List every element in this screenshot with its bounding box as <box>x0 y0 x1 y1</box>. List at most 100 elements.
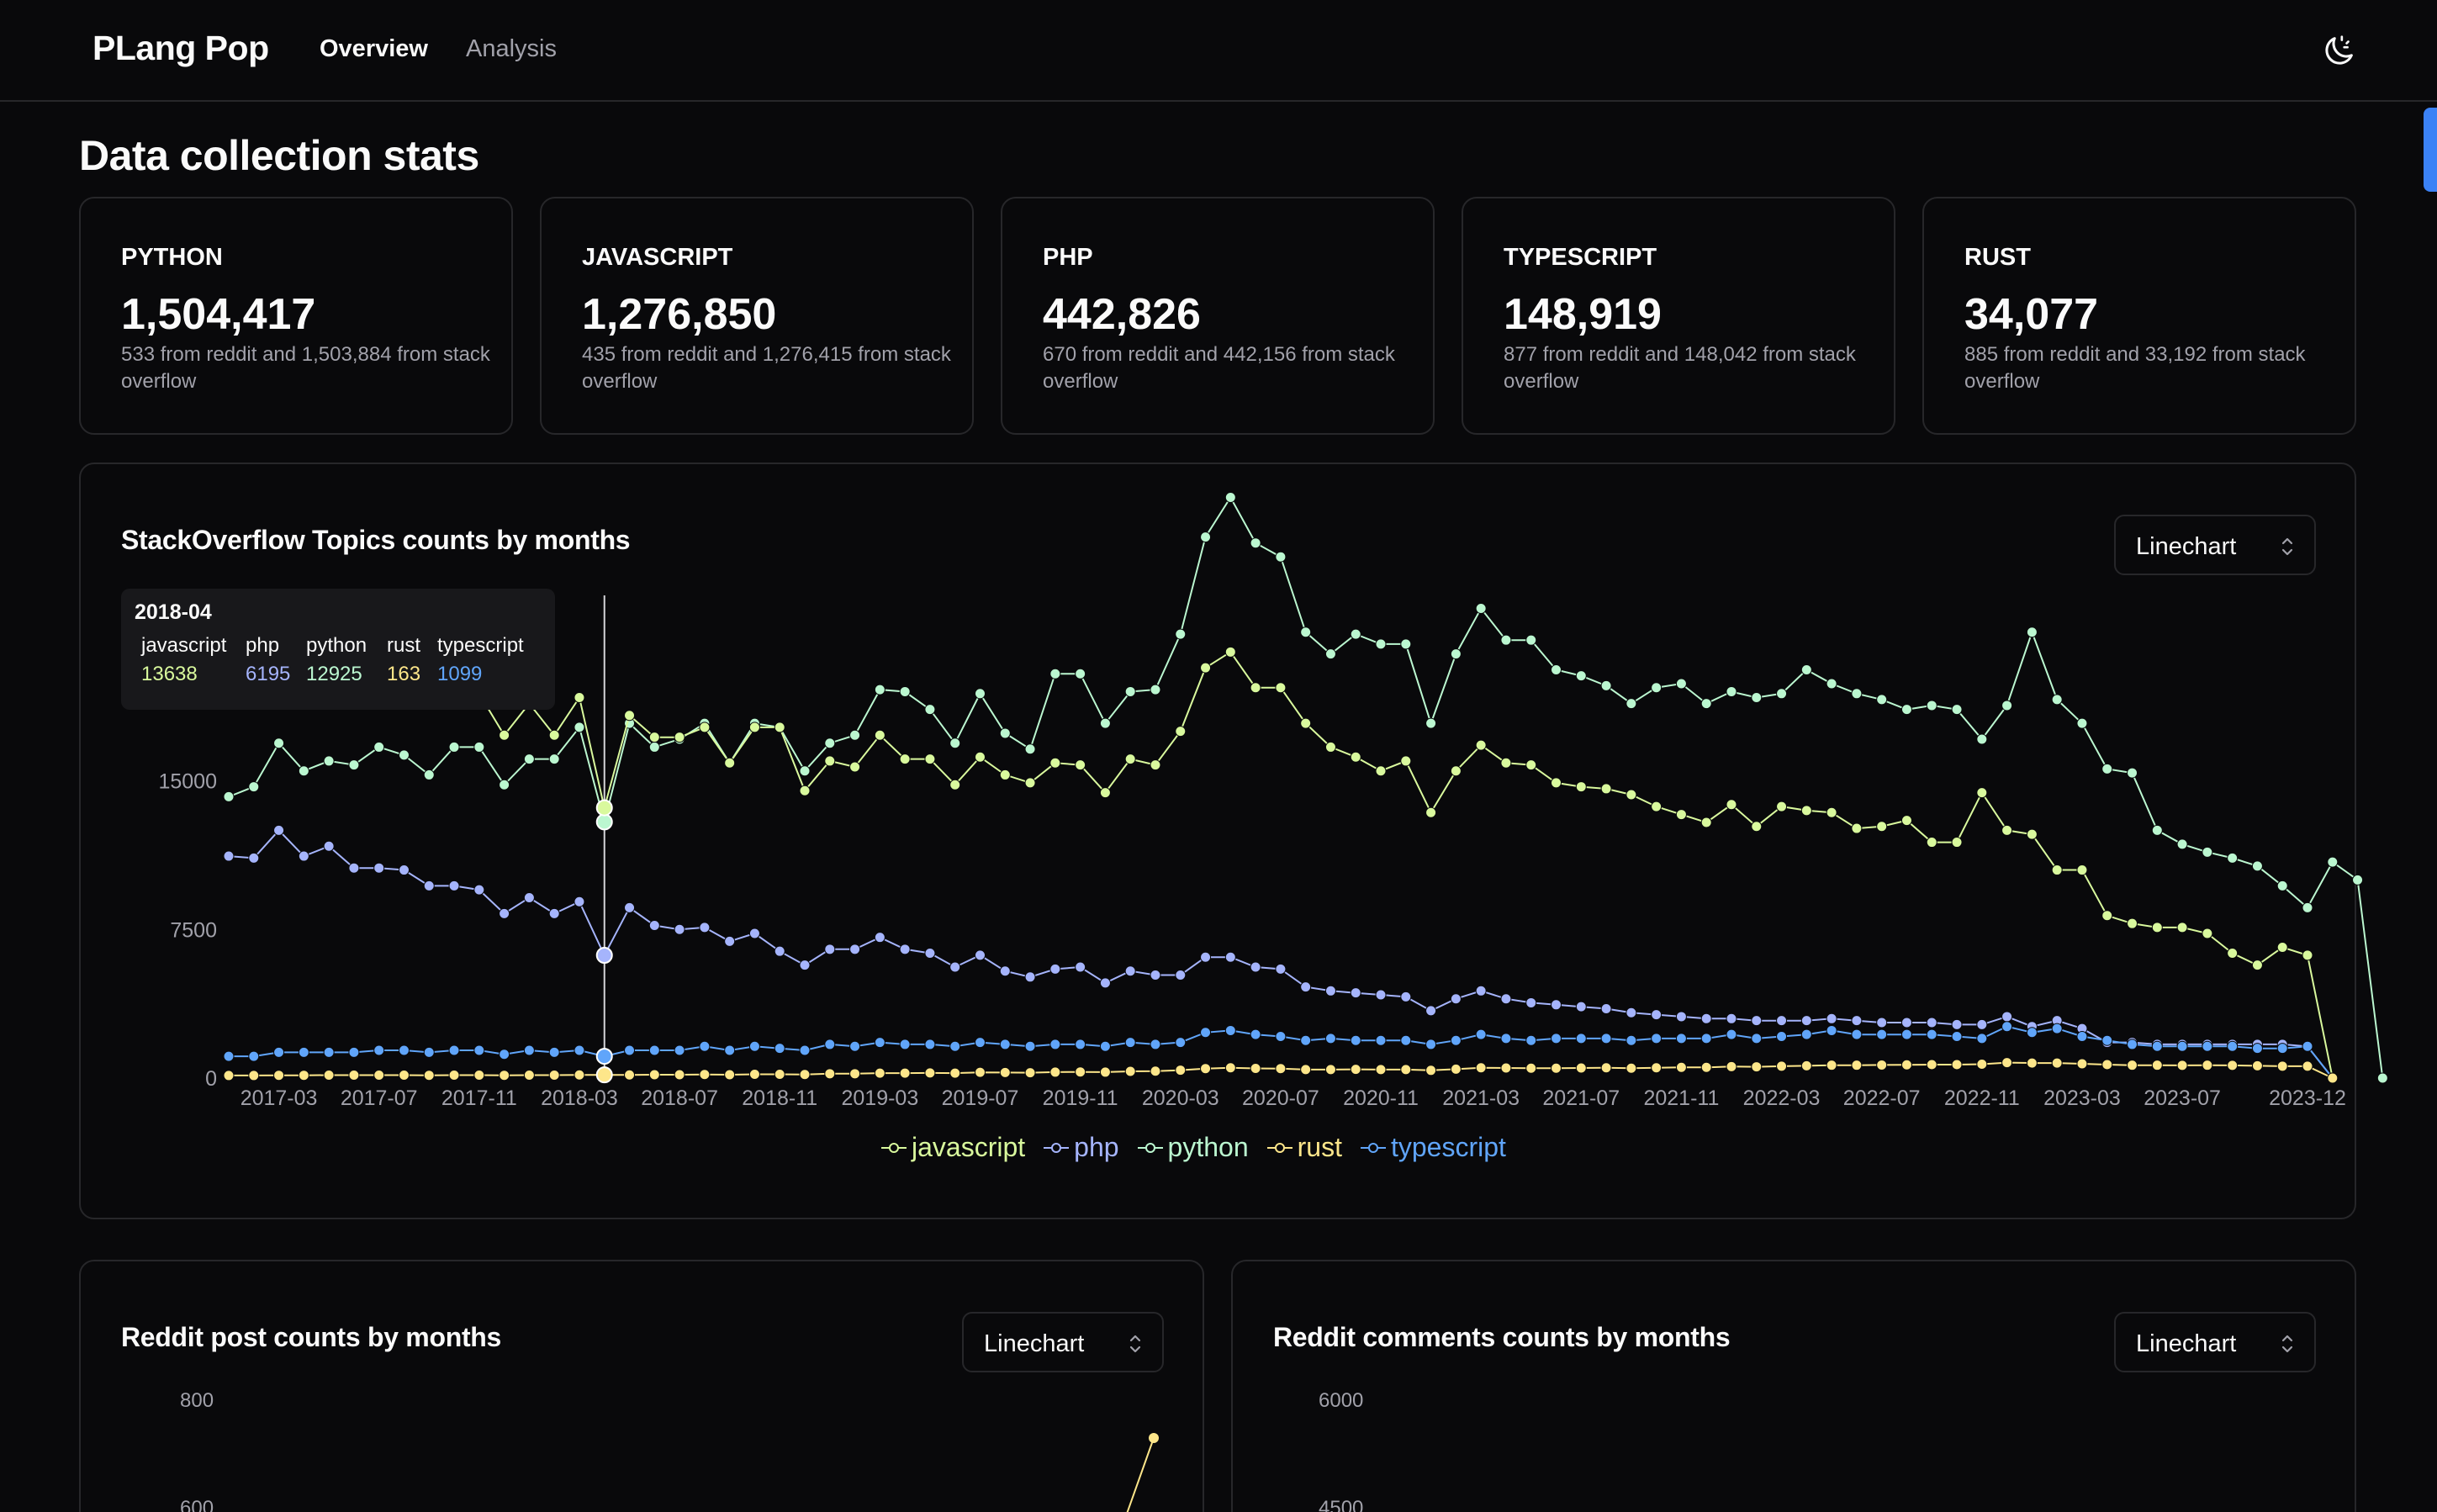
x-tick-label: 2022-11 <box>1944 1086 2020 1110</box>
data-point-php <box>1700 1012 1712 1024</box>
data-point-python <box>2101 763 2113 775</box>
data-point-javascript <box>624 710 636 722</box>
data-point-python <box>499 779 510 790</box>
data-point-python <box>2051 694 2063 706</box>
data-point-typescript <box>1700 1033 1712 1044</box>
data-point-python <box>2302 901 2313 913</box>
data-point-php <box>999 965 1011 977</box>
data-point-typescript <box>1024 1040 1036 1052</box>
data-point-rust <box>2101 1059 2113 1071</box>
data-point-rust <box>799 1069 811 1081</box>
data-point-rust <box>849 1068 861 1080</box>
x-tick-label: 2020-11 <box>1343 1086 1419 1110</box>
legend-item-python[interactable]: python <box>1137 1132 1249 1163</box>
line-dot-icon <box>881 1142 907 1153</box>
data-point-python <box>373 741 385 753</box>
data-point-php <box>874 932 885 944</box>
data-point-rust <box>499 1070 510 1081</box>
data-point-php <box>323 840 335 852</box>
data-point-javascript <box>1350 751 1361 763</box>
data-point-php <box>1175 969 1187 981</box>
data-point-python <box>1600 679 1612 691</box>
data-point-javascript <box>774 722 785 733</box>
data-point-javascript <box>1500 757 1512 769</box>
legend-item-php[interactable]: php <box>1044 1132 1119 1163</box>
data-point-rust <box>999 1066 1011 1078</box>
data-point-rust <box>1826 1060 1837 1071</box>
data-point-php <box>1099 977 1111 989</box>
data-point-php <box>1976 1018 1988 1030</box>
data-point-php <box>1375 989 1387 1001</box>
data-point-typescript <box>1150 1039 1161 1050</box>
data-point-php <box>1951 1018 1963 1030</box>
data-point-typescript <box>2026 1027 2038 1039</box>
data-point-php <box>724 935 736 947</box>
data-point-python <box>1651 682 1663 694</box>
x-tick-label: 2023-03 <box>2043 1086 2121 1110</box>
data-point-typescript <box>724 1044 736 1056</box>
data-point-rust <box>1651 1062 1663 1074</box>
data-point-javascript <box>1400 755 1412 767</box>
data-point-rust <box>1726 1060 1737 1072</box>
data-point-typescript <box>874 1037 885 1049</box>
data-point-php <box>799 960 811 971</box>
data-point-typescript <box>1075 1039 1086 1050</box>
data-point-php <box>1400 991 1412 1002</box>
data-point-javascript <box>2302 949 2313 961</box>
data-point-rust <box>1551 1062 1562 1074</box>
line-dot-icon <box>1137 1142 1163 1153</box>
data-point-php <box>298 850 309 862</box>
data-point-typescript <box>2127 1039 2138 1050</box>
data-point-javascript <box>1726 799 1737 811</box>
data-point-python <box>1375 638 1387 650</box>
data-point-rust <box>2176 1060 2188 1071</box>
data-point-php <box>1551 999 1562 1011</box>
y-tick-label: 4500 <box>1319 1497 1364 1512</box>
data-point-typescript <box>1324 1033 1336 1044</box>
y-tick-label: 15000 <box>158 770 217 794</box>
data-point-python <box>1976 733 1988 745</box>
legend-item-javascript[interactable]: javascript <box>881 1132 1025 1163</box>
data-point-python <box>1324 648 1336 660</box>
data-point-rust <box>348 1069 360 1081</box>
data-point-typescript <box>548 1046 560 1058</box>
tooltip-series-value: 163 <box>387 663 421 685</box>
data-point-typescript <box>1876 1028 1888 1040</box>
data-point-rust <box>373 1069 385 1081</box>
data-point-typescript <box>899 1039 911 1050</box>
tooltip-series-name: php <box>246 634 280 657</box>
data-point-rust <box>1099 1066 1111 1078</box>
data-point-rust <box>874 1067 885 1079</box>
data-point-python <box>1200 531 1212 543</box>
data-point-typescript <box>348 1046 360 1058</box>
data-point-rust <box>699 1069 711 1081</box>
data-point-php <box>1350 987 1361 999</box>
tooltip-series-value: 6195 <box>246 663 291 685</box>
reddit-posts-line-chart <box>1126 1433 1159 1512</box>
data-point-php <box>1024 971 1036 983</box>
data-point-typescript <box>2202 1040 2213 1052</box>
data-point-rust <box>1475 1062 1487 1074</box>
data-point-python <box>2327 856 2339 868</box>
legend-item-typescript[interactable]: typescript <box>1360 1132 1506 1163</box>
data-point-rust <box>1200 1063 1212 1075</box>
data-point-python <box>1075 668 1086 679</box>
data-point-rust <box>674 1069 685 1081</box>
data-point-rust <box>1700 1061 1712 1073</box>
x-tick-label: 2020-03 <box>1142 1086 1219 1110</box>
data-point-rust <box>1926 1059 1937 1071</box>
data-point-python <box>1876 694 1888 706</box>
data-point-python <box>1099 717 1111 729</box>
data-point-php <box>1475 985 1487 997</box>
data-point-python <box>1926 700 1937 711</box>
data-point-python <box>899 685 911 697</box>
chart-type-select[interactable]: Linechart <box>2114 1312 2316 1372</box>
legend-item-rust[interactable]: rust <box>1266 1132 1342 1163</box>
data-point-typescript <box>373 1044 385 1056</box>
data-point-php <box>398 864 410 876</box>
data-point-typescript <box>423 1046 435 1058</box>
data-point-javascript <box>1200 662 1212 674</box>
data-point-python <box>2202 846 2213 858</box>
x-tick-label: 2017-07 <box>341 1086 418 1110</box>
data-point-javascript <box>1124 753 1136 765</box>
